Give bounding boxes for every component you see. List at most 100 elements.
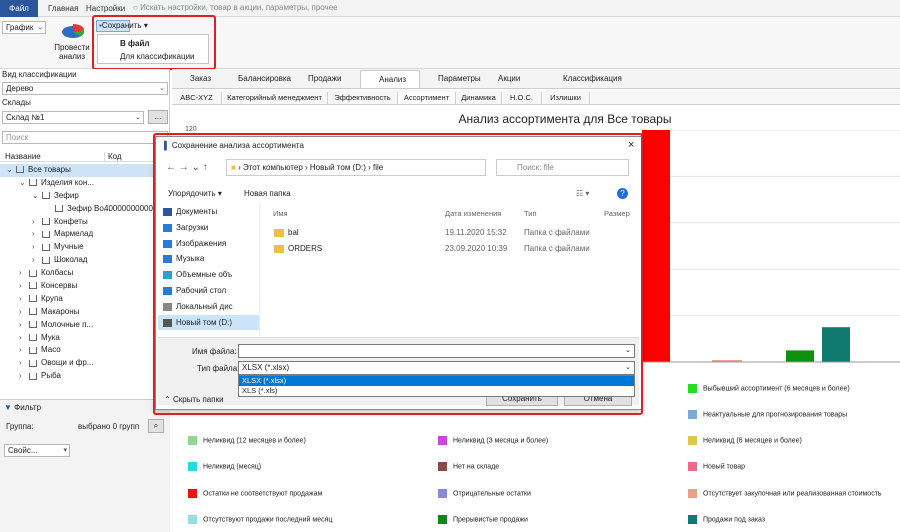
highlight-box-save	[92, 15, 216, 70]
tree-row[interactable]: › Мучные	[0, 241, 170, 254]
tab-6[interactable]: Акции	[480, 70, 545, 88]
col-code[interactable]: Код	[104, 152, 122, 161]
tree-row[interactable]: › Конфеты	[0, 216, 170, 229]
legend-swatch	[688, 410, 697, 419]
legend-item[interactable]: Выбывший ассортимент (6 месяцев и более)	[688, 384, 850, 393]
filter-panel: ▼ Фильтр Группа: выбрано 0 групп ⌕ Свойс…	[0, 399, 170, 532]
warehouse-more-button[interactable]: ...	[148, 110, 168, 124]
warehouse-select[interactable]: Склад №1 ⌄	[2, 111, 144, 124]
tree-row[interactable]: › Мука	[0, 332, 170, 345]
tree-row[interactable]: › Молочные п...	[0, 319, 170, 332]
legend-item[interactable]: Неликвид (6 месяцев и более)	[688, 436, 802, 445]
subtab-2[interactable]: Категорийный менеджмент	[222, 92, 328, 104]
subtab-4[interactable]: Ассортимент	[398, 92, 456, 104]
tab-file[interactable]: Файл	[0, 0, 38, 17]
legend-swatch	[688, 489, 697, 498]
legend-item[interactable]: Неактуальные для прогнозирования товары	[688, 410, 847, 419]
tree-row[interactable]: Зефир Во... 4000000000016	[0, 203, 170, 216]
subtab-1[interactable]: ABC-XYZ	[172, 92, 222, 104]
chart-bar[interactable]	[786, 350, 814, 362]
legend-item[interactable]: Отсутствуют продажи последний месяц	[188, 515, 332, 524]
tree-row[interactable]: › Консервы	[0, 280, 170, 293]
legend-item[interactable]: Прерывистые продажи	[438, 515, 528, 524]
subtab-6[interactable]: Н.О.С.	[502, 92, 542, 104]
tree-search-input[interactable]: Поиск	[2, 131, 168, 144]
legend-item[interactable]: Неликвид (месяц)	[188, 462, 261, 471]
tree-row[interactable]: › Масо	[0, 344, 170, 357]
subtab-3[interactable]: Эффективность	[328, 92, 398, 104]
subtab-5[interactable]: Динамика	[456, 92, 502, 104]
expander-icon[interactable]: ›	[19, 280, 29, 293]
expander-icon[interactable]: ›	[19, 306, 29, 319]
legend-item[interactable]: Новый товар	[688, 462, 745, 471]
legend-item[interactable]: Неликвид (12 месяцев и более)	[188, 436, 306, 445]
legend-swatch	[188, 462, 197, 471]
tree-item-label: Шоколад	[54, 255, 88, 265]
cart-icon	[29, 269, 37, 277]
tab-2[interactable]: Балансировка	[220, 70, 291, 88]
legend-label: Отрицательные остатки	[453, 490, 531, 498]
view-select[interactable]: График ⌄	[2, 21, 46, 34]
tree-row[interactable]: › Колбасы	[0, 267, 170, 280]
group-search-button[interactable]: ⌕	[148, 419, 164, 433]
tree-row[interactable]: › Мармелад	[0, 228, 170, 241]
expander-icon[interactable]: ›	[19, 370, 29, 383]
expander-icon[interactable]: ›	[32, 241, 42, 254]
filter-header[interactable]: ▼ Фильтр	[4, 403, 41, 412]
legend-item[interactable]: Неликвид (3 месяца и более)	[438, 436, 548, 445]
tab-5[interactable]: Параметры	[420, 70, 481, 88]
tab-3[interactable]: Продажи	[290, 70, 360, 88]
expander-icon[interactable]: ›	[32, 254, 42, 267]
chart-bar[interactable]	[822, 327, 850, 362]
tree-row[interactable]: ⌄ Зефир	[0, 190, 170, 203]
legend-label: Неликвид (3 месяца и более)	[453, 437, 549, 445]
expander-icon[interactable]: ⌄	[19, 177, 29, 190]
expander-icon[interactable]: ›	[32, 228, 42, 241]
legend-label: Неликвид (месяц)	[203, 463, 262, 471]
filetype-option-xlsx[interactable]: XLSX (*.xlsx)	[239, 376, 634, 386]
run-analysis-button[interactable]: Провести анализ	[52, 43, 92, 61]
tab-4[interactable]: Анализ	[360, 70, 420, 88]
legend-item[interactable]: Нет на складе	[438, 462, 499, 471]
legend-item[interactable]: Отрицательные остатки	[438, 489, 531, 498]
tree-row[interactable]: › Рыба	[0, 370, 170, 383]
expander-icon[interactable]: ⌄	[32, 190, 42, 203]
class-select[interactable]: Дерево ⌄	[2, 82, 168, 95]
legend-item[interactable]: Продажи под заказ	[688, 515, 765, 524]
tree-row[interactable]: ⌄ Изделия кон...	[0, 177, 170, 190]
expander-icon[interactable]: ›	[19, 267, 29, 280]
subtab-7[interactable]: Излишки	[542, 92, 590, 104]
tree-row[interactable]: › Макароны	[0, 306, 170, 319]
expander-icon[interactable]: ⌄	[6, 164, 16, 177]
highlight-box-dialog	[153, 133, 643, 415]
expander-icon[interactable]: ›	[19, 357, 29, 370]
legend-label: Неактуальные для прогнозирования товары	[703, 411, 848, 419]
expander-icon[interactable]: ›	[32, 216, 42, 229]
legend-item[interactable]: Остатки не соответствуют продажам	[188, 489, 322, 498]
expander-icon[interactable]: ›	[19, 332, 29, 345]
tree-item-label: Овощи и фр...	[41, 358, 94, 368]
legend-item[interactable]: Отсутствует закупочная или реализованная…	[688, 489, 882, 498]
expander-icon[interactable]: ›	[19, 293, 29, 306]
legend-label: Отсутствуют продажи последний месяц	[203, 516, 333, 524]
tab-7[interactable]: Классификация	[545, 70, 635, 88]
tree-row[interactable]: ⌄ Все товары	[0, 164, 170, 177]
expander-icon[interactable]: ›	[19, 319, 29, 332]
tab-1[interactable]: Заказ	[172, 70, 220, 88]
chart-bar[interactable]	[642, 130, 670, 362]
cart-icon	[42, 217, 50, 225]
ribbon-search[interactable]: ○ Искать настройки, товар в акции, парам…	[133, 3, 338, 12]
properties-button[interactable]: Свойс... ▾	[4, 444, 70, 457]
col-name[interactable]: Название	[5, 152, 41, 161]
tree-row[interactable]: › Овощи и фр...	[0, 357, 170, 370]
expander-icon[interactable]: ›	[19, 344, 29, 357]
tree-row[interactable]: › Шоколад	[0, 254, 170, 267]
filetype-option-xls[interactable]: XLS (*.xls)	[239, 386, 634, 396]
legend-label: Неликвид (12 месяцев и более)	[203, 437, 306, 445]
tree-item-label: Изделия кон...	[41, 177, 94, 187]
tree-row[interactable]: › Крупа	[0, 293, 170, 306]
cart-icon	[29, 372, 37, 380]
legend-swatch	[188, 436, 197, 445]
legend-label: Нет на складе	[453, 463, 500, 471]
tree-item-label: Мучные	[54, 242, 84, 252]
